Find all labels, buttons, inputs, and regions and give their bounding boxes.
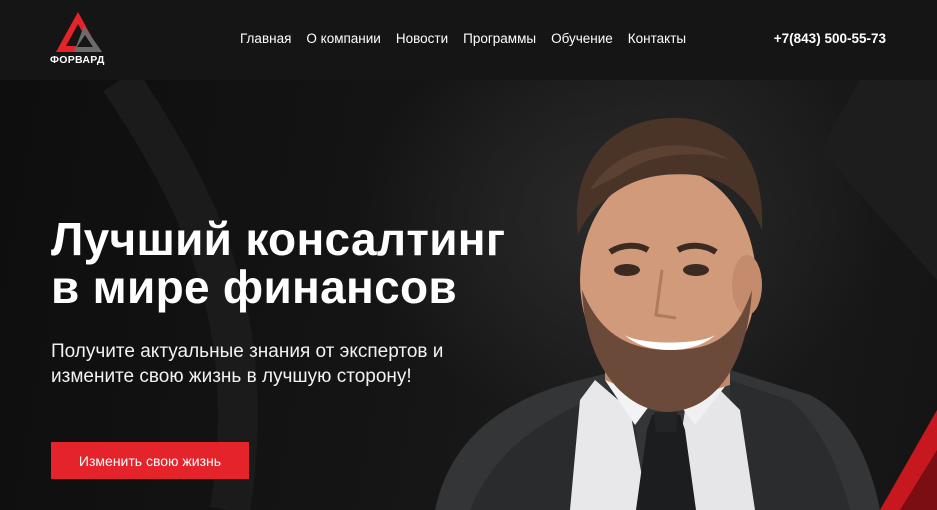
- nav-item-contacts[interactable]: Контакты: [628, 31, 686, 47]
- logo[interactable]: ФОРВАРД: [50, 12, 114, 66]
- nav-item-news[interactable]: Новости: [396, 31, 448, 47]
- phone-link[interactable]: +7(843) 500-55-73: [774, 31, 886, 47]
- nav-item-home[interactable]: Главная: [240, 31, 291, 47]
- hero-subtitle: Получите актуальные знания от экспертов …: [51, 339, 481, 389]
- site-header: ФОРВАРД Главная О компании Новости Прогр…: [0, 0, 937, 80]
- hero-title-line-1: Лучший консалтинг: [51, 213, 506, 265]
- landing-page: ФОРВАРД Главная О компании Новости Прогр…: [0, 0, 937, 510]
- main-nav: Главная О компании Новости Программы Обу…: [240, 31, 686, 47]
- hero-section: Лучший консалтинг в мире финансов Получи…: [0, 80, 937, 510]
- logo-text: ФОРВАРД: [50, 54, 105, 66]
- hero-subtitle-line-1: Получите актуальные знания от экспертов …: [51, 341, 444, 362]
- nav-item-about[interactable]: О компании: [306, 31, 380, 47]
- hero-title-line-2: в мире финансов: [51, 261, 457, 313]
- logo-icon: [56, 12, 102, 52]
- nav-item-programs[interactable]: Программы: [463, 31, 536, 47]
- hero-title: Лучший консалтинг в мире финансов: [51, 215, 571, 311]
- nav-item-education[interactable]: Обучение: [551, 31, 613, 47]
- hero-subtitle-line-2: измените свою жизнь в лучшую сторону!: [51, 366, 412, 387]
- change-your-life-button[interactable]: Изменить свою жизнь: [51, 442, 249, 479]
